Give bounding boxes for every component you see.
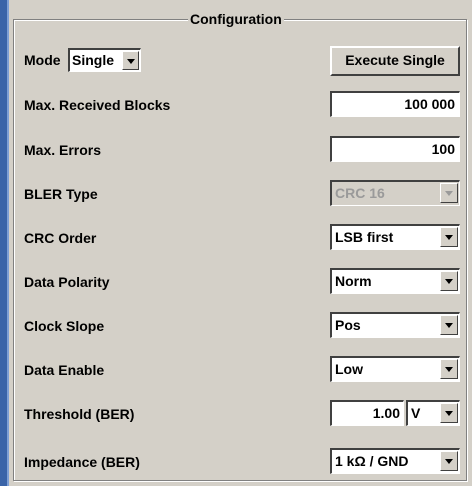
bler-type-row: BLER Type CRC 16: [24, 180, 472, 206]
clock-slope-dropdown-button[interactable]: [440, 315, 458, 335]
threshold-unit-value: V: [411, 405, 421, 421]
max-received-blocks-input[interactable]: 100 000: [330, 91, 460, 117]
data-polarity-label: Data Polarity: [24, 274, 110, 290]
data-polarity-select[interactable]: Norm: [330, 268, 460, 294]
impedance-dropdown-button[interactable]: [440, 451, 458, 471]
mode-dropdown-button[interactable]: [122, 51, 139, 70]
crc-order-dropdown-button[interactable]: [440, 227, 458, 247]
chevron-down-icon: [445, 459, 453, 464]
data-enable-select[interactable]: Low: [330, 356, 460, 382]
impedance-label: Impedance (BER): [24, 454, 140, 470]
clock-slope-select[interactable]: Pos: [330, 312, 460, 338]
chevron-down-icon: [445, 279, 453, 284]
data-enable-row: Data Enable Low: [24, 356, 472, 382]
clock-slope-row: Clock Slope Pos: [24, 312, 472, 338]
chevron-down-icon: [127, 59, 135, 64]
crc-order-label: CRC Order: [24, 230, 97, 246]
window-edge-bar: [0, 0, 7, 486]
chevron-down-icon: [445, 323, 453, 328]
data-polarity-value: Norm: [335, 273, 372, 289]
bler-type-select: CRC 16: [330, 180, 460, 206]
configuration-title: Configuration: [188, 9, 284, 29]
impedance-select[interactable]: 1 kΩ / GND: [330, 448, 460, 474]
chevron-down-icon: [445, 367, 453, 372]
impedance-row: Impedance (BER) 1 kΩ / GND: [24, 448, 472, 474]
threshold-unit-select[interactable]: V: [406, 400, 460, 426]
chevron-down-icon: [445, 411, 453, 416]
mode-select[interactable]: Single: [68, 48, 141, 72]
data-enable-dropdown-button[interactable]: [440, 359, 458, 379]
bler-type-value: CRC 16: [335, 185, 385, 201]
max-received-blocks-row: Max. Received Blocks 100 000: [24, 91, 472, 117]
threshold-input[interactable]: 1.00: [330, 400, 404, 426]
data-enable-value: Low: [335, 361, 363, 377]
clock-slope-label: Clock Slope: [24, 318, 105, 334]
crc-order-value: LSB first: [335, 229, 394, 245]
threshold-row: Threshold (BER) 1.00 V: [24, 400, 472, 426]
threshold-label: Threshold (BER): [24, 406, 135, 422]
crc-order-select[interactable]: LSB first: [330, 224, 460, 250]
execute-single-button[interactable]: Execute Single: [330, 46, 460, 76]
chevron-down-icon: [445, 191, 453, 196]
clock-slope-value: Pos: [335, 317, 361, 333]
mode-label: Mode: [24, 52, 61, 68]
crc-order-row: CRC Order LSB first: [24, 224, 472, 250]
bler-type-dropdown-button: [440, 183, 458, 203]
mode-row: Mode Single Execute Single: [24, 46, 472, 76]
mode-value: Single: [72, 52, 115, 68]
data-polarity-dropdown-button[interactable]: [440, 271, 458, 291]
chevron-down-icon: [445, 235, 453, 240]
max-errors-row: Max. Errors 100: [24, 136, 472, 162]
bler-type-label: BLER Type: [24, 186, 98, 202]
max-received-blocks-label: Max. Received Blocks: [24, 97, 171, 113]
threshold-unit-dropdown-button[interactable]: [440, 403, 458, 423]
data-polarity-row: Data Polarity Norm: [24, 268, 472, 294]
data-enable-label: Data Enable: [24, 362, 105, 378]
max-errors-input[interactable]: 100: [330, 136, 460, 162]
window-edge-highlight: [7, 0, 9, 486]
impedance-value: 1 kΩ / GND: [335, 453, 409, 469]
max-errors-label: Max. Errors: [24, 142, 102, 158]
